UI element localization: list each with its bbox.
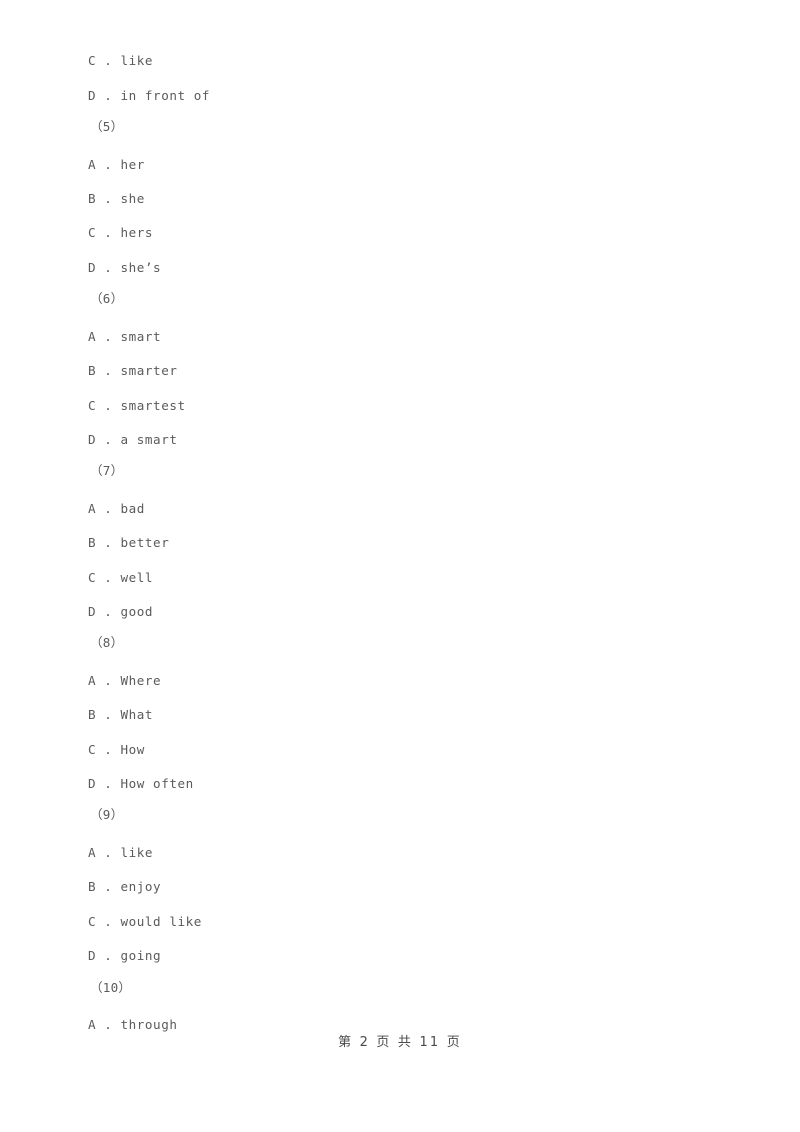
question-number: （9） (90, 807, 124, 822)
answer-option: D . in front of (88, 88, 210, 103)
answer-option: A . Where (88, 673, 162, 688)
answer-option: A . like (88, 845, 154, 860)
question-number: （10） (90, 980, 132, 995)
answer-option: A . her (88, 157, 145, 172)
question-number: （5） (90, 119, 124, 134)
answer-option: D . she’s (88, 260, 162, 275)
answer-option: C . smartest (88, 398, 186, 413)
document-page: C . like D . in front of （5） A . her B . she… (0, 0, 800, 1132)
question-number: （8） (90, 635, 124, 650)
answer-option: D . good (88, 604, 154, 619)
answer-option: B . she (88, 191, 145, 206)
answer-option: B . What (88, 707, 154, 722)
question-number: （6） (90, 291, 124, 306)
answer-option: B . enjoy (88, 879, 162, 894)
answer-option: C . would like (88, 914, 202, 929)
answer-option: D . a smart (88, 432, 178, 447)
answer-option: C . hers (88, 225, 154, 240)
answer-option: D . How often (88, 776, 194, 791)
page-footer: 第 2 页 共 11 页 (338, 1035, 462, 1050)
answer-option: C . well (88, 570, 154, 585)
answer-option: C . How (88, 742, 145, 757)
answer-option: A . bad (88, 501, 145, 516)
answer-option: C . like (88, 53, 154, 68)
answer-option: D . going (88, 948, 162, 963)
question-number: （7） (90, 463, 124, 478)
answer-option: A . smart (88, 329, 162, 344)
answer-option: B . smarter (88, 363, 178, 378)
answer-option: B . better (88, 535, 170, 550)
